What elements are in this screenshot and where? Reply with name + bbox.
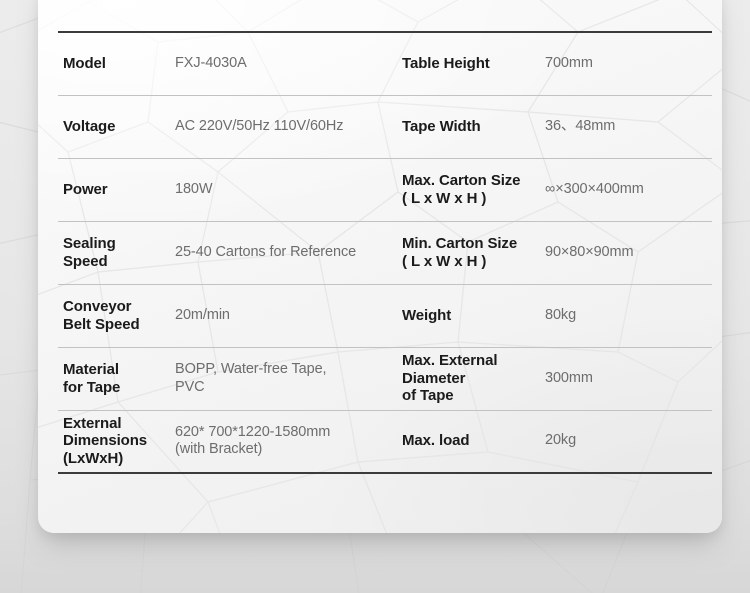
spec-label-cell: External Dimensions (LxWxH) — [58, 410, 175, 473]
spec-value: 700mm — [545, 54, 593, 71]
spec-value-cell: AC 220V/50Hz 110V/60Hz — [175, 95, 402, 158]
spec-label: Material for Tape — [63, 360, 121, 396]
spec-label: Max. External Diameter of Tape — [402, 352, 498, 405]
spec-value: FXJ-4030A — [175, 54, 247, 71]
spec-label: Voltage — [63, 117, 116, 135]
spec-value: 180W — [175, 180, 213, 197]
spec-value: 300mm — [545, 369, 593, 386]
spec-value: BOPP, Water-free Tape, PVC — [175, 360, 327, 395]
spec-value-cell: 700mm — [545, 32, 712, 95]
spec-value: 25-40 Cartons for Reference — [175, 243, 357, 260]
table-row: Power 180W Max. Carton Size ( L x W x H … — [58, 158, 712, 221]
spec-value: 36、48mm — [545, 117, 616, 134]
spec-label: Table Height — [402, 54, 490, 72]
spec-value-cell: 80kg — [545, 284, 712, 347]
table-row: Material for Tape BOPP, Water-free Tape,… — [58, 347, 712, 410]
spec-value: 80kg — [545, 306, 577, 323]
spec-label: Tape Width — [402, 117, 481, 135]
spec-label-cell: Power — [58, 158, 175, 221]
spec-label: Power — [63, 180, 108, 198]
table-row: Model FXJ-4030A Table Height 700mm — [58, 32, 712, 95]
spec-label: Conveyor Belt Speed — [63, 297, 140, 333]
spec-value-cell: 620* 700*1220-1580mm (with Bracket) — [175, 410, 402, 473]
spec-value: 90×80×90mm — [545, 243, 634, 260]
spec-label-cell: Max. Carton Size ( L x W x H ) — [402, 158, 545, 221]
spec-value-cell: 25-40 Cartons for Reference — [175, 221, 402, 284]
table-row: Sealing Speed 25-40 Cartons for Referenc… — [58, 221, 712, 284]
spec-label-cell: Weight — [402, 284, 545, 347]
spec-label-cell: Tape Width — [402, 95, 545, 158]
spec-label-cell: Voltage — [58, 95, 175, 158]
spec-label: Sealing Speed — [63, 234, 116, 270]
spec-value-cell: 180W — [175, 158, 402, 221]
spec-label-cell: Conveyor Belt Speed — [58, 284, 175, 347]
spec-label-cell: Table Height — [402, 32, 545, 95]
spec-label: External Dimensions (LxWxH) — [63, 414, 148, 468]
spec-value: 20m/min — [175, 306, 230, 323]
spec-label-cell: Model — [58, 32, 175, 95]
spec-value-cell: BOPP, Water-free Tape, PVC — [175, 347, 402, 410]
spec-card: Model FXJ-4030A Table Height 700mm Volta… — [38, 0, 722, 533]
spec-value-cell: 20m/min — [175, 284, 402, 347]
spec-value-cell: FXJ-4030A — [175, 32, 402, 95]
spec-label-cell: Max. External Diameter of Tape — [402, 347, 545, 410]
spec-label-cell: Max. load — [402, 410, 545, 473]
spec-label-cell: Material for Tape — [58, 347, 175, 410]
table-row: Conveyor Belt Speed 20m/min Weight 80kg — [58, 284, 712, 347]
table-row: Voltage AC 220V/50Hz 110V/60Hz Tape Widt… — [58, 95, 712, 158]
spec-value-cell: 300mm — [545, 347, 712, 410]
spec-label: Min. Carton Size ( L x W x H ) — [402, 234, 518, 270]
spec-value: ∞×300×400mm — [545, 180, 644, 197]
spec-value: 620* 700*1220-1580mm (with Bracket) — [175, 423, 331, 458]
spec-label: Weight — [402, 306, 452, 324]
spec-label: Model — [63, 54, 106, 72]
spec-value: AC 220V/50Hz 110V/60Hz — [175, 117, 344, 134]
spec-value-cell: ∞×300×400mm — [545, 158, 712, 221]
specification-table: Model FXJ-4030A Table Height 700mm Volta… — [58, 31, 712, 474]
spec-table-body: Model FXJ-4030A Table Height 700mm Volta… — [58, 32, 712, 473]
spec-label: Max. Carton Size ( L x W x H ) — [402, 171, 521, 207]
spec-value: 20kg — [545, 432, 577, 449]
spec-label-cell: Sealing Speed — [58, 221, 175, 284]
spec-value-cell: 20kg — [545, 410, 712, 473]
spec-value-cell: 90×80×90mm — [545, 221, 712, 284]
spec-value-cell: 36、48mm — [545, 95, 712, 158]
table-row: External Dimensions (LxWxH) 620* 700*122… — [58, 410, 712, 473]
spec-label: Max. load — [402, 432, 470, 450]
spec-label-cell: Min. Carton Size ( L x W x H ) — [402, 221, 545, 284]
